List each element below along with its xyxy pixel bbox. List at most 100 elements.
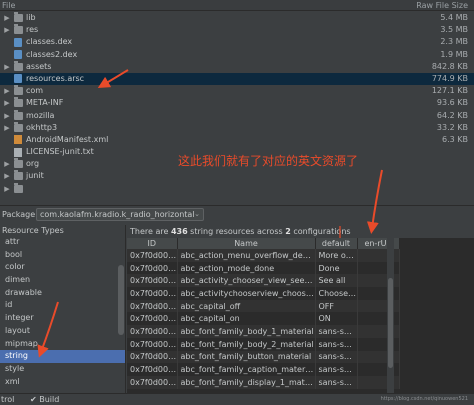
file-size: 127.1 KB xyxy=(431,86,468,96)
table-row[interactable]: 0x7f0d0002 abc_action_menu_overflow_descr… xyxy=(127,249,400,262)
resource-type-bool[interactable]: bool xyxy=(0,249,125,262)
resource-types-scrollbar[interactable] xyxy=(118,265,124,335)
file-size: 1.9 MB xyxy=(440,49,468,59)
raw-size-column-header[interactable]: Raw File Size xyxy=(416,1,468,10)
folder-icon xyxy=(14,97,23,108)
resource-type-color[interactable]: color xyxy=(0,261,125,274)
resource-type-layout[interactable]: layout xyxy=(0,325,125,338)
resource-types-header: Resource Types xyxy=(2,226,64,235)
column-header-default[interactable]: default xyxy=(315,238,358,249)
table-row[interactable]: 0x7f0d000c abc_font_family_display_1_mate… xyxy=(127,375,400,389)
table-row[interactable]: 0x7f0d0004 abc_activity_chooser_view_see_… xyxy=(127,274,400,288)
table-row[interactable]: 0x7f0d000b abc_font_family_caption_materi… xyxy=(127,363,400,376)
file-row[interactable]: resources.arsc 774.9 KB xyxy=(0,72,474,86)
file-size: 3.5 MB xyxy=(440,25,468,35)
file-size: 5.4 MB xyxy=(440,13,468,22)
table-row[interactable]: 0x7f0d0008 abc_font_family_body_1_materia… xyxy=(127,325,400,338)
cell-default: sans-serif xyxy=(315,337,358,351)
file-size: 64.2 KB xyxy=(436,110,468,120)
resource-type-integer[interactable]: integer xyxy=(0,312,125,325)
expand-arrow-icon[interactable]: ▶ xyxy=(3,24,11,36)
cell-default: sans-serif xyxy=(315,325,358,338)
column-header-id[interactable]: ID xyxy=(127,238,178,249)
cell-id: 0x7f0d0009 xyxy=(127,337,178,351)
folder-icon xyxy=(14,121,23,132)
tool-tab-control[interactable]: trol xyxy=(1,394,14,405)
resources-scrollbar[interactable] xyxy=(387,238,394,393)
cell-default: ON xyxy=(315,312,358,326)
package-label: Package: xyxy=(2,210,38,219)
cell-name: abc_capital_off xyxy=(177,299,316,313)
apk-file-tree: ▶ lib 5.4 MB ▶ res 3.5 MB classes.dex 2.3 MB cla… xyxy=(0,12,474,203)
resource-type-drawable[interactable]: drawable xyxy=(0,287,125,300)
expand-arrow-icon[interactable]: ▶ xyxy=(3,97,11,109)
folder-icon xyxy=(14,60,23,71)
scrollbar-thumb[interactable] xyxy=(388,278,393,368)
resource-type-attr[interactable]: attr xyxy=(0,236,125,249)
resource-type-dimen[interactable]: dimen xyxy=(0,274,125,287)
summary-suffix: configurations xyxy=(290,227,351,236)
resource-type-id[interactable]: id xyxy=(0,299,125,312)
file-row[interactable]: ▶ com 127.1 KB xyxy=(0,85,474,97)
cell-name: abc_capital_on xyxy=(177,312,316,326)
cell-name: abc_action_menu_overflow_descri... xyxy=(177,249,316,262)
cell-name: abc_activitychooserview_choose_a... xyxy=(177,287,316,300)
cell-id: 0x7f0d000b xyxy=(127,363,178,376)
cell-default: sans-serif xyxy=(315,375,358,389)
expand-arrow-icon[interactable]: ▶ xyxy=(3,158,11,170)
expand-arrow-icon[interactable]: ▶ xyxy=(3,183,11,195)
file-name: LICENSE-junit.txt xyxy=(26,147,94,157)
folder-icon xyxy=(14,182,23,193)
folder-icon xyxy=(14,24,23,35)
table-row[interactable]: 0x7f0d0009 abc_font_family_body_2_materia… xyxy=(127,337,400,351)
expand-arrow-icon[interactable]: ▶ xyxy=(3,85,11,97)
resource-type-string[interactable]: string xyxy=(0,350,125,363)
cell-id: 0x7f0d0005 xyxy=(127,287,178,300)
file-name: okhttp3 xyxy=(26,122,58,132)
expand-arrow-icon[interactable]: ▶ xyxy=(3,122,11,134)
file-name: AndroidManifest.xml xyxy=(26,134,109,144)
folder-icon xyxy=(14,158,23,169)
table-row[interactable]: 0x7f0d0005 abc_activitychooserview_choose… xyxy=(127,287,400,300)
file-row[interactable]: ▶ assets 842.8 KB xyxy=(0,60,474,73)
cell-default: sans-serif xyxy=(315,363,358,376)
table-row[interactable]: 0x7f0d000a abc_font_family_button_materia… xyxy=(127,350,400,364)
cell-default: OFF xyxy=(315,299,358,313)
resource-type-xml[interactable]: xml xyxy=(0,376,125,389)
expand-arrow-icon[interactable]: ▶ xyxy=(3,12,11,24)
file-row[interactable]: ▶ META-INF 93.6 KB xyxy=(0,97,474,109)
table-row[interactable]: 0x7f0d0006 abc_capital_off OFF xyxy=(127,299,400,313)
file-row[interactable]: ▶ res 3.5 MB xyxy=(0,24,474,36)
cell-id: 0x7f0d000a xyxy=(127,350,178,364)
table-row[interactable]: 0x7f0d0003 abc_action_mode_done Done xyxy=(127,261,400,275)
file-row[interactable]: ▶ okhttp3 33.2 KB xyxy=(0,121,474,134)
file-name: lib xyxy=(26,13,36,22)
bottom-tool-bar: trol ✔ Build https://blog.csdn.net/qinuo… xyxy=(0,393,474,405)
resources-summary: There are 436 string resources across 2 … xyxy=(127,225,474,238)
table-row[interactable]: 0x7f0d0007 abc_capital_on ON xyxy=(127,312,400,326)
file-row[interactable]: classes.dex 2.3 MB xyxy=(0,36,474,48)
cell-id: 0x7f0d0003 xyxy=(127,261,178,275)
file-name: com xyxy=(26,86,44,96)
file-name: res xyxy=(26,25,39,35)
resource-type-mipmap[interactable]: mipmap xyxy=(0,338,125,351)
file-row[interactable]: ▶ xyxy=(0,182,474,195)
file-row[interactable]: ▶ junit xyxy=(0,170,474,182)
file-name: org xyxy=(26,159,40,169)
cell-id: 0x7f0d000c xyxy=(127,375,178,389)
resource-types-list: attr bool color dimen drawable id integer layou… xyxy=(0,236,125,388)
column-header-name[interactable]: Name xyxy=(177,238,316,249)
file-row[interactable]: classes2.dex 1.9 MB xyxy=(0,49,474,61)
file-row[interactable]: ▶ lib 5.4 MB xyxy=(0,12,474,24)
expand-arrow-icon[interactable]: ▶ xyxy=(3,170,11,182)
expand-arrow-icon[interactable]: ▶ xyxy=(3,110,11,122)
file-row[interactable]: ▶ mozilla 64.2 KB xyxy=(0,109,474,122)
file-column-header[interactable]: File xyxy=(2,1,15,10)
file-row[interactable]: AndroidManifest.xml 6.3 KB xyxy=(0,134,474,146)
tool-tab-build[interactable]: ✔ Build xyxy=(30,394,59,405)
package-dropdown[interactable]: com.kaolafm.kradio.k_radio_horizontal ⌄ xyxy=(36,208,204,221)
folder-icon xyxy=(14,109,23,120)
summary-mid: string resources across xyxy=(187,227,286,236)
resource-type-style[interactable]: style xyxy=(0,363,125,376)
expand-arrow-icon[interactable]: ▶ xyxy=(3,61,11,73)
